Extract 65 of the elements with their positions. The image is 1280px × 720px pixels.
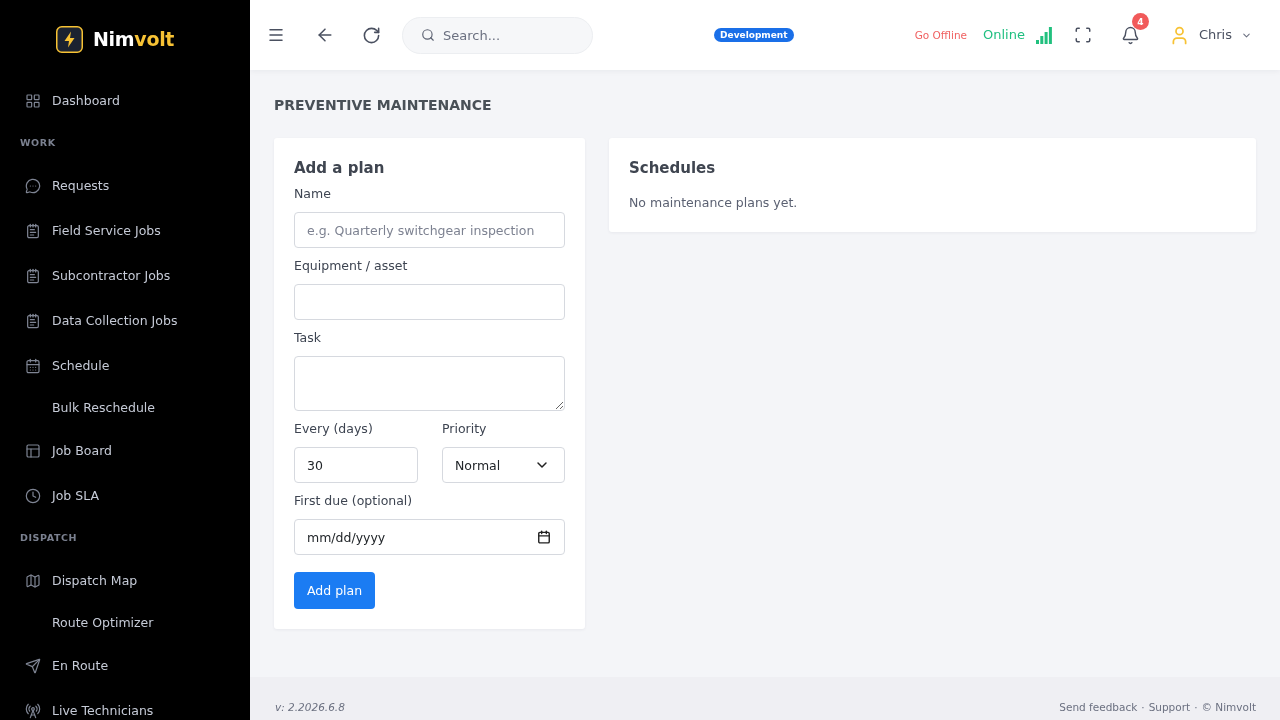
text-input[interactable]: [294, 284, 565, 320]
notepad-icon: [25, 267, 41, 284]
grid-icon: [25, 92, 41, 109]
sidebar-item[interactable]: Live Technicians: [25, 702, 154, 719]
text-input[interactable]: e.g. Quarterly switchgear inspection: [294, 212, 565, 248]
menu-icon: [267, 26, 285, 44]
field-label: Name: [294, 185, 331, 203]
refresh-icon: [361, 25, 381, 45]
separator-dot: ·: [1141, 700, 1145, 714]
field-label: Every (days): [294, 420, 373, 438]
field-label: Equipment / asset: [294, 257, 408, 275]
sidebar-item[interactable]: Job Board: [25, 442, 112, 459]
refresh-button[interactable]: [361, 25, 381, 45]
date-input[interactable]: mm/dd/yyyy: [294, 519, 565, 555]
separator-dot: ·: [1194, 700, 1198, 714]
logo-icon: [56, 25, 83, 53]
page-title: PREVENTIVE MAINTENANCE: [274, 96, 492, 114]
field-label: Task: [294, 329, 321, 347]
notification-count: 4: [1131, 13, 1149, 30]
footer-link[interactable]: Support: [1148, 700, 1191, 714]
search-icon: [421, 28, 435, 42]
notifications-button[interactable]: [1120, 25, 1141, 45]
version-text: v: 2.2026.6.8: [275, 700, 345, 714]
paper-plane-icon: [25, 657, 41, 674]
field-label: First due (optional): [294, 492, 413, 510]
section-heading: DISPATCH: [20, 532, 78, 544]
user-menu[interactable]: Chris: [1168, 24, 1252, 46]
signal-bars-icon: [1035, 26, 1052, 44]
search-field[interactable]: Search...: [402, 16, 593, 54]
environment-badge: Development: [714, 28, 794, 42]
sidebar-item[interactable]: En Route: [25, 657, 109, 674]
footer-link[interactable]: Send feedback: [1059, 700, 1138, 714]
sidebar-item[interactable]: Requests: [25, 177, 110, 194]
field-label: Priority: [442, 420, 487, 438]
number-input[interactable]: 30: [294, 447, 418, 483]
card-title: Schedules: [629, 158, 716, 178]
card-title: Add a plan: [294, 158, 385, 178]
map-icon: [25, 572, 41, 589]
calendar-icon: [537, 530, 551, 544]
clock-icon: [25, 487, 41, 504]
sidebar-item[interactable]: Dashboard: [25, 92, 120, 109]
notepad-icon: [25, 312, 41, 329]
connection-status: Online: [983, 27, 1025, 43]
radio-tower-icon: [25, 702, 41, 719]
select-field[interactable]: Normal: [442, 447, 565, 483]
bell-icon: [1121, 25, 1141, 45]
copyright-text: © Nimvolt: [1201, 700, 1256, 714]
layout-icon: [25, 442, 41, 459]
logo-text: Nimvolt: [93, 27, 175, 51]
section-heading: WORK: [20, 137, 56, 149]
empty-message: No maintenance plans yet.: [629, 194, 798, 212]
sidebar-subitem[interactable]: Route Optimizer: [52, 615, 154, 631]
chat-bubble-icon: [25, 177, 41, 194]
calendar-icon: [25, 357, 41, 374]
sidebar-item[interactable]: Dispatch Map: [25, 572, 138, 589]
sidebar-item[interactable]: Subcontractor Jobs: [25, 267, 171, 284]
sidebar-subitem[interactable]: Bulk Reschedule: [52, 400, 155, 416]
fullscreen-icon: [1073, 26, 1092, 44]
textarea-field[interactable]: [294, 356, 565, 411]
add-plan-button[interactable]: Add plan: [294, 572, 376, 609]
sidebar-item[interactable]: Field Service Jobs: [25, 222, 161, 239]
sidebar-item[interactable]: Schedule: [25, 357, 110, 374]
sidebar-item[interactable]: Job SLA: [25, 487, 99, 504]
sidebar-item[interactable]: Data Collection Jobs: [25, 312, 178, 329]
notepad-icon: [25, 222, 41, 239]
